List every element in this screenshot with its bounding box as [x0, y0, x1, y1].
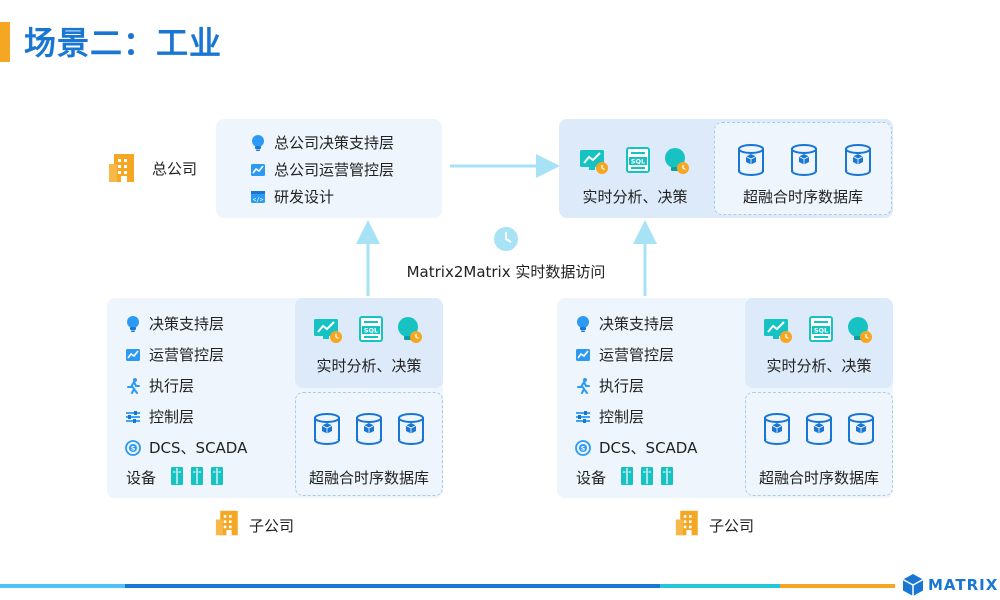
bulb-icon [577, 315, 589, 332]
footer-line-cyan [0, 584, 125, 588]
sub1-device-label: 设备 [126, 469, 157, 487]
sub1-layer-scada: DCS、SCADA [125, 437, 247, 458]
cabinet-icon [171, 467, 183, 485]
sub2-layer-decision: 决策支持层 [575, 313, 674, 334]
chart-monitor-icon [763, 316, 793, 344]
brand-name: MATRIX [928, 576, 999, 594]
chart-monitor-icon [313, 316, 343, 344]
bulb-clock-icon [396, 316, 424, 344]
cabinet-icon [661, 467, 673, 485]
cabinet-icon [191, 467, 203, 485]
matrix-logo-icon [902, 574, 924, 596]
sub2-label: 子公司 [709, 517, 755, 535]
sliders-icon [575, 409, 591, 424]
building-icon [675, 510, 698, 536]
runner-icon [577, 376, 590, 394]
sub1-layer-operation: 运营管控层 [125, 344, 224, 365]
database-icon [806, 413, 832, 445]
sub2-analysis-label: 实时分析、决策 [766, 357, 872, 375]
bulb-icon [127, 315, 139, 332]
sub1-label: 子公司 [249, 517, 295, 535]
runner-icon [127, 376, 140, 394]
sub2-db-label: 超融合时序数据库 [758, 469, 879, 487]
scada-icon [125, 439, 141, 456]
cabinet-icon [211, 467, 223, 485]
sub2-device-label: 设备 [576, 469, 607, 487]
database-icon [314, 413, 340, 445]
cabinet-icon [621, 467, 633, 485]
sql-icon [809, 316, 833, 342]
database-icon [356, 413, 382, 445]
sub1-layer-control: 控制层 [125, 406, 194, 427]
sync-label: Matrix2Matrix 实时数据访问 [406, 263, 606, 281]
building-icon [215, 510, 238, 536]
sql-icon [359, 316, 383, 342]
sliders-icon [125, 409, 141, 424]
database-icon [764, 413, 790, 445]
sub1-layer-execution: 执行层 [125, 375, 194, 396]
sub2-layer-scada: DCS、SCADA [575, 437, 697, 458]
database-icon [848, 413, 874, 445]
database-icon [398, 413, 424, 445]
sub2-layer-execution: 执行层 [575, 375, 644, 396]
sub2-layer-control: 控制层 [575, 406, 644, 427]
footer-line-orange [780, 584, 895, 588]
trend-chart-icon [575, 347, 591, 362]
scada-icon [575, 439, 591, 456]
footer-line-blue [125, 584, 660, 588]
trend-chart-icon [125, 347, 141, 362]
cabinet-icon [641, 467, 653, 485]
footer-line-teal [660, 584, 780, 588]
clock-icon [494, 227, 518, 251]
sub1-analysis-label: 实时分析、决策 [316, 357, 422, 375]
sub1-db-label: 超融合时序数据库 [308, 469, 429, 487]
sub2-layer-operation: 运营管控层 [575, 344, 674, 365]
bulb-clock-icon [846, 316, 874, 344]
sub1-layer-decision: 决策支持层 [125, 313, 224, 334]
